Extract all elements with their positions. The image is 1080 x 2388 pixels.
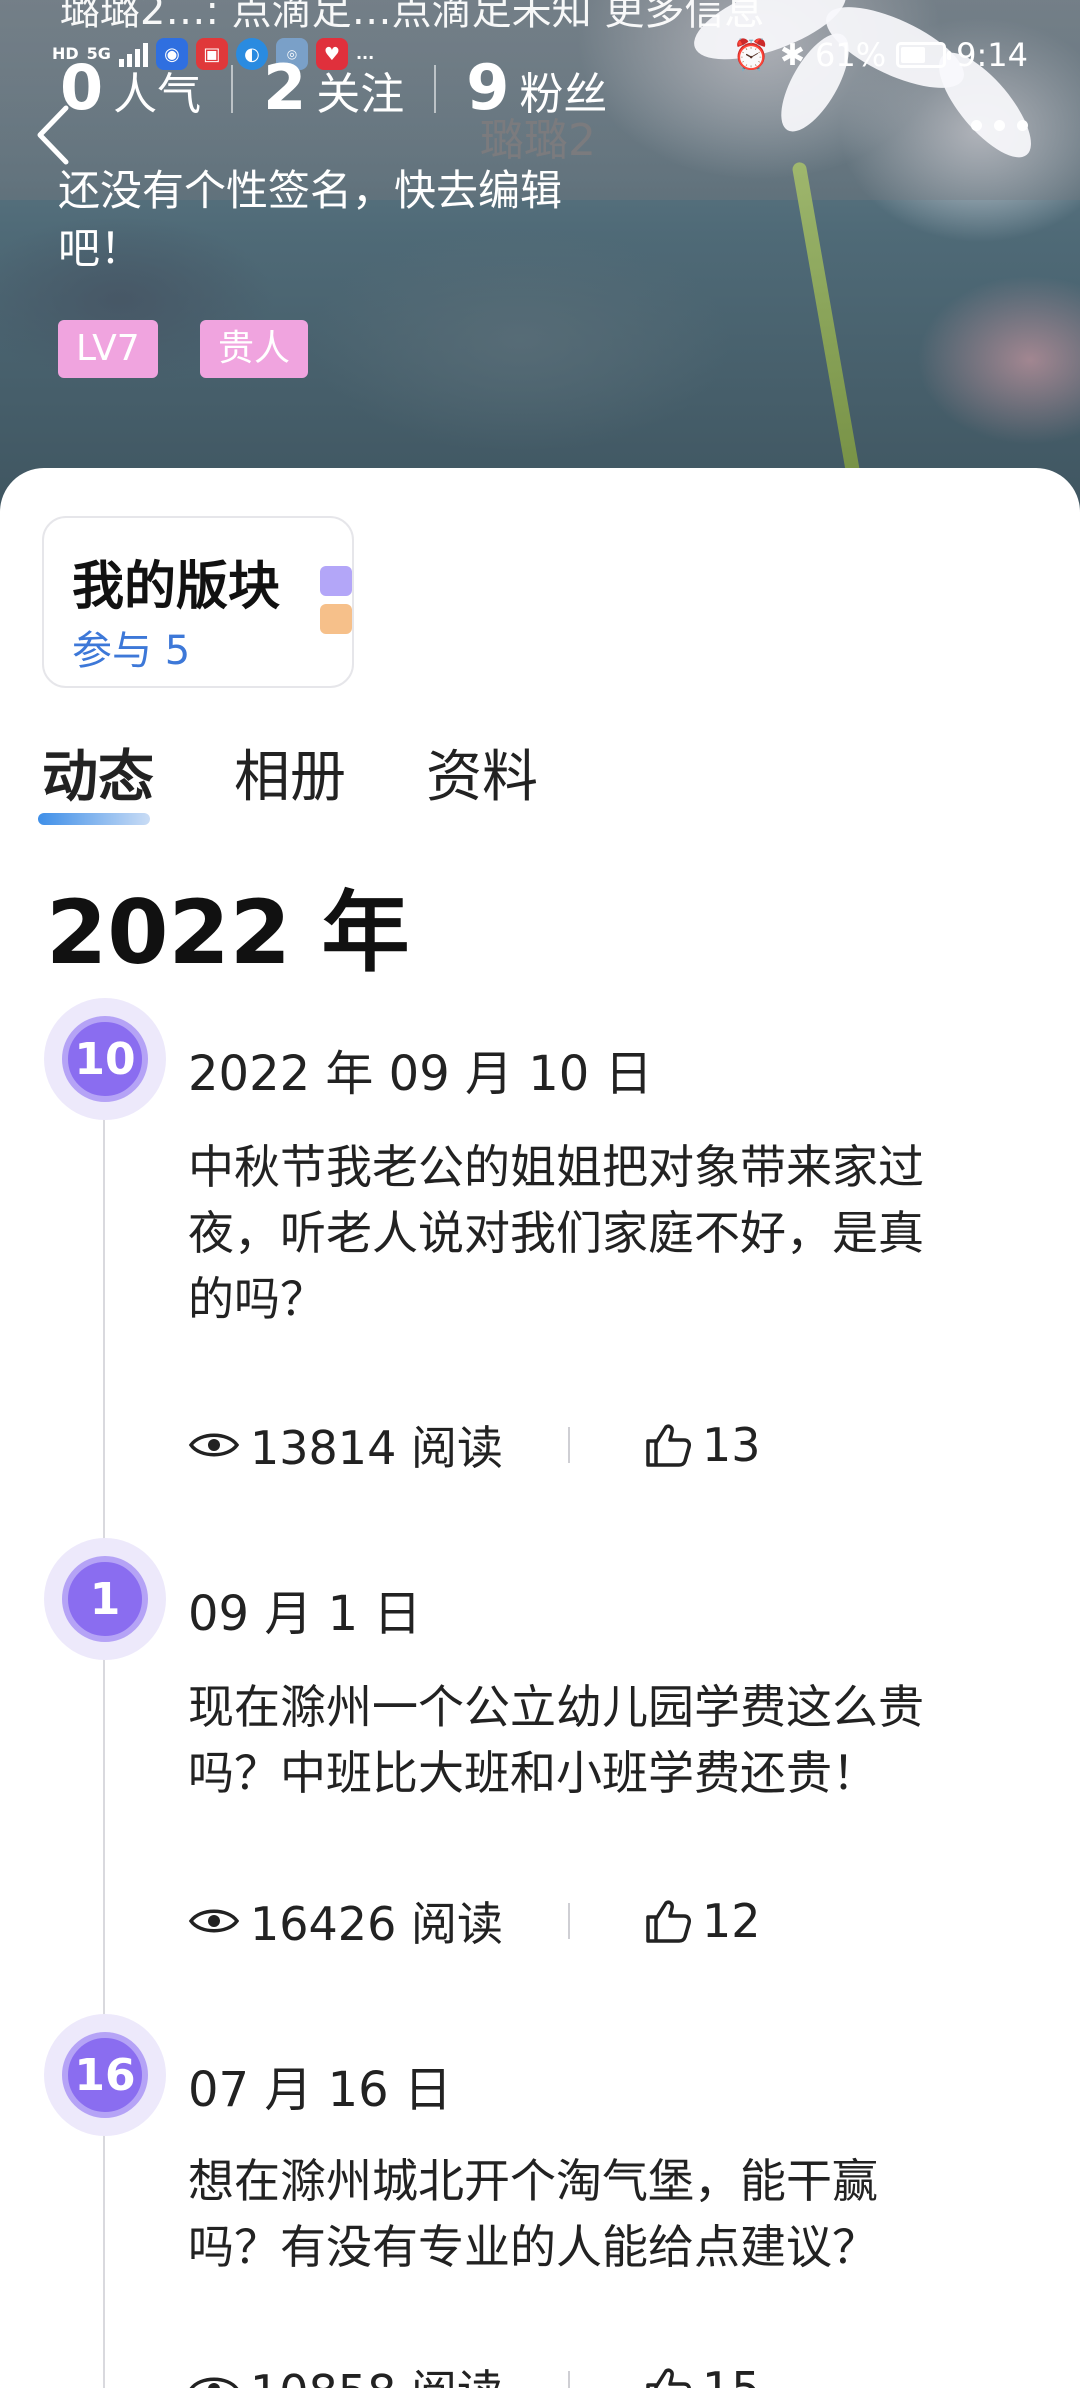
more-dot [1017,120,1028,131]
stat-divider [434,65,437,113]
post-meta: 16426 阅读 12 [188,1888,761,1954]
board-card-title: 我的版块 [72,557,281,617]
post-text[interactable]: 现在滁州一个公立幼儿园学费这么贵吗？中班比大班和小班学费还贵！ [188,1674,958,1806]
clipped-header-text: 璐璐2…: 点滴足…点滴足未知 更多信息 [60,0,765,34]
stat-label: 关注 [316,69,405,120]
flower-stem-graphic [791,161,863,489]
active-tab-indicator [38,813,150,825]
like-button[interactable]: 12 [644,1894,761,1948]
views-count: 16426 阅读 [188,1888,568,1954]
battery-level-fill [901,47,926,63]
back-button[interactable] [30,100,86,170]
board-color-chip-orange [320,604,352,634]
alarm-icon: ⏰ [732,37,770,73]
board-card-subtitle: 参与 5 [72,628,191,674]
battery-icon [896,42,952,68]
like-button[interactable]: 15 [644,2362,761,2388]
thumbs-up-icon [646,1900,691,1943]
tab-album[interactable]: 相册 [234,732,346,813]
tab-label: 资料 [426,745,538,810]
like-button[interactable]: 13 [644,1418,761,1472]
back-arrow-icon [37,105,69,165]
views-count: 13814 阅读 [188,1412,568,1478]
stat-label: 人气 [113,69,202,120]
day-number: 1 [62,1556,148,1642]
battery-percent: 61% [815,36,887,74]
timeline-day-node: 10 [44,998,166,1120]
year-heading: 2022 年 [46,881,410,984]
post-date: 07 月 16 日 [188,2062,452,2118]
post-text[interactable]: 中秋节我老公的姐姐把对象带来家过夜，听老人说对我们家庭不好，是真的吗？ [188,1134,958,1332]
likes-count: 13 [702,1418,761,1472]
likes-count: 15 [702,2362,761,2388]
profile-tabs: 动态 相册 资料 [38,732,538,825]
bluetooth-icon: ✱ [779,37,806,73]
nav-title-nickname: 璐璐2 [480,115,596,166]
meta-divider [568,1903,570,1939]
timeline-line [103,1080,105,2388]
timeline-day-node: 1 [44,1538,166,1660]
thumbs-up-icon [646,2368,691,2388]
post-text[interactable]: 想在滁州城北开个淘气堡，能干赢吗？有没有专业的人能给点建议？ [188,2148,958,2280]
board-color-chip-purple [320,566,352,596]
tab-label: 相册 [234,745,346,810]
day-number: 16 [62,2032,148,2118]
post-date: 09 月 1 日 [188,1586,422,1642]
views-text: 13814 阅读 [250,1421,503,1475]
post-meta: 10858 阅读 15 [188,2356,761,2388]
views-text: 10858 阅读 [250,2356,503,2388]
meta-divider [568,2371,570,2388]
stat-following[interactable]: 2 关注 [263,56,404,122]
post-date: 2022 年 09 月 10 日 [188,1046,653,1102]
meta-divider [568,1427,570,1463]
eye-icon [188,1433,240,1457]
level-badge: LV7 [58,320,158,378]
status-right: ⏰ ✱ 61% 9:14 [733,36,1028,74]
views-text: 16426 阅读 [250,1897,503,1951]
tab-label: 动态 [42,745,154,810]
stat-divider [231,65,234,113]
title-badge: 贵人 [200,320,309,378]
day-number: 10 [62,1016,148,1102]
tab-profile-info[interactable]: 资料 [426,732,538,813]
thumbs-up-icon [646,1424,691,1467]
more-options-button[interactable] [971,120,1028,131]
stat-value: 2 [263,51,307,124]
my-boards-card[interactable]: 我的版块 参与 5 [42,516,354,688]
clock-time: 9:14 [956,36,1028,74]
tab-activity[interactable]: 动态 [38,732,154,825]
more-dot [994,120,1005,131]
profile-signature[interactable]: 还没有个性签名，快去编辑吧！ [58,162,638,278]
eye-icon [188,1909,240,1933]
timeline-day-node: 16 [44,2014,166,2136]
likes-count: 12 [702,1894,761,1948]
more-dot [971,120,982,131]
eye-icon [189,2377,239,2388]
post-meta: 13814 阅读 13 [188,1412,761,1478]
views-count: 10858 阅读 [188,2356,568,2388]
